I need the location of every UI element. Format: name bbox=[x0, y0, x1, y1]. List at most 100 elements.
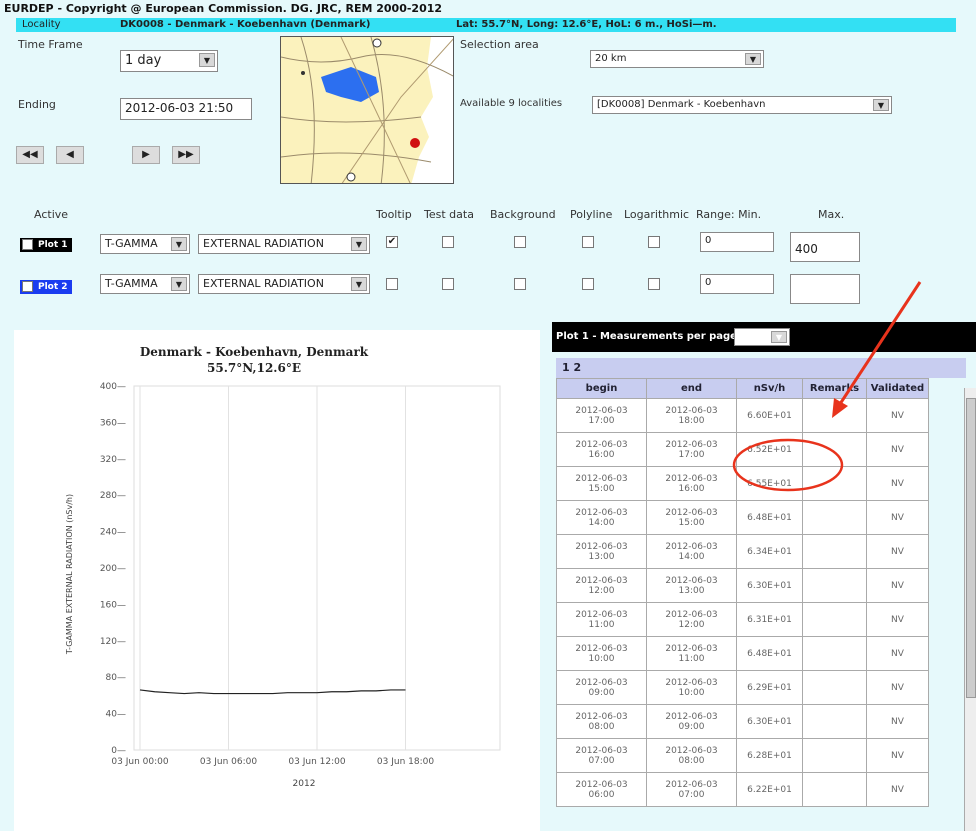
time-frame-value: 1 day bbox=[125, 53, 162, 68]
next-button[interactable]: ▶ bbox=[132, 146, 160, 164]
x-tick-label: 03 Jun 00:00 bbox=[111, 757, 168, 767]
table-row: 2012-06-03 08:00 2012-06-03 09:00 6.30E+01 NV bbox=[556, 704, 929, 739]
table-row: 2012-06-03 11:00 2012-06-03 12:00 6.31E+01 NV bbox=[556, 602, 929, 637]
chart-xlabel: 2012 bbox=[293, 779, 316, 789]
plot-2-tooltip-checkbox[interactable] bbox=[386, 278, 398, 290]
plot-2-logarithmic-checkbox[interactable] bbox=[648, 278, 660, 290]
table-cell: 2012-06-03 15:00 bbox=[556, 466, 647, 501]
location-map[interactable] bbox=[280, 36, 454, 184]
table-cell: 6.28E+01 bbox=[736, 738, 803, 773]
locality-coords: Lat: 55.7°N, Long: 12.6°E, HoL: 6 m., Ho… bbox=[456, 19, 717, 30]
table-cell: 2012-06-03 13:00 bbox=[556, 534, 647, 569]
table-cell: NV bbox=[866, 704, 929, 739]
plot-2-active-checkbox[interactable] bbox=[22, 281, 33, 292]
y-tick-label: 160— bbox=[100, 600, 126, 610]
selection-area-select[interactable]: 20 km ▼ bbox=[590, 50, 764, 68]
table-cell: 2012-06-03 07:00 bbox=[646, 772, 737, 807]
ending-label: Ending bbox=[18, 98, 56, 111]
plot-2-badge: Plot 2 bbox=[20, 280, 72, 294]
annotation-overlay bbox=[732, 281, 922, 492]
table-cell: NV bbox=[866, 534, 929, 569]
plot-1-max-input[interactable]: 400 bbox=[790, 232, 860, 262]
plot-2-background-checkbox[interactable] bbox=[514, 278, 526, 290]
chevron-down-icon: ▼ bbox=[351, 237, 367, 251]
plot-1-min-input[interactable]: 0 bbox=[700, 232, 774, 252]
plot-2-measure-select[interactable]: EXTERNAL RADIATION ▼ bbox=[198, 274, 370, 294]
ending-input[interactable]: 2012-06-03 21:50 bbox=[120, 98, 252, 120]
line-chart: Denmark - Koebenhavn, Denmark 55.7°N,12.… bbox=[65, 345, 501, 789]
first-button[interactable]: ◀◀ bbox=[16, 146, 44, 164]
table-cell: 2012-06-03 10:00 bbox=[646, 670, 737, 705]
y-tick-label: 400— bbox=[100, 382, 126, 392]
previous-button[interactable]: ◀ bbox=[56, 146, 84, 164]
plot-1-test-data-checkbox[interactable] bbox=[442, 236, 454, 248]
plot-1-type-select[interactable]: T-GAMMA ▼ bbox=[100, 234, 190, 254]
chart-ylabel: T-GAMMA EXTERNAL RADIATION (nSv/h) bbox=[65, 494, 74, 655]
plot-1-badge: ✔ Plot 1 bbox=[20, 238, 72, 252]
plot-2-measure-value: EXTERNAL RADIATION bbox=[203, 277, 324, 290]
y-tick-label: 40— bbox=[106, 710, 126, 720]
chart-panel: Denmark - Koebenhavn, Denmark 55.7°N,12.… bbox=[14, 330, 540, 831]
background-header: Background bbox=[490, 208, 556, 221]
table-cell bbox=[802, 704, 867, 739]
table-cell: NV bbox=[866, 738, 929, 773]
plot-1-polyline-checkbox[interactable] bbox=[582, 236, 594, 248]
y-tick-label: 80— bbox=[106, 673, 126, 683]
table-row: 2012-06-03 09:00 2012-06-03 10:00 6.29E+01 NV bbox=[556, 670, 929, 705]
table-cell: 2012-06-03 06:00 bbox=[556, 772, 647, 807]
table-cell bbox=[802, 602, 867, 637]
chevron-down-icon: ▼ bbox=[171, 277, 187, 291]
plot-1-background-checkbox[interactable] bbox=[514, 236, 526, 248]
table-cell: 2012-06-03 10:00 bbox=[556, 636, 647, 671]
polyline-header: Polyline bbox=[570, 208, 613, 221]
table-cell bbox=[802, 568, 867, 603]
table-row: 2012-06-03 10:00 2012-06-03 11:00 6.48E+01 NV bbox=[556, 636, 929, 671]
x-tick-label: 03 Jun 06:00 bbox=[200, 757, 257, 767]
table-cell: 2012-06-03 13:00 bbox=[646, 568, 737, 603]
table-row: 2012-06-03 06:00 2012-06-03 07:00 6.22E+01 NV bbox=[556, 772, 929, 807]
locality-name: DK0008 - Denmark - Koebenhavn (Denmark) bbox=[120, 19, 371, 30]
y-tick-label: 280— bbox=[100, 491, 126, 501]
column-header[interactable]: begin bbox=[556, 378, 647, 399]
table-row: 2012-06-03 07:00 2012-06-03 08:00 6.28E+01 NV bbox=[556, 738, 929, 773]
y-tick-label: 320— bbox=[100, 455, 126, 465]
tooltip-header: Tooltip bbox=[376, 208, 412, 221]
plot-2-test-data-checkbox[interactable] bbox=[442, 278, 454, 290]
x-tick-label: 03 Jun 18:00 bbox=[377, 757, 434, 767]
time-frame-select[interactable]: 1 day ▼ bbox=[120, 50, 218, 72]
table-cell: 2012-06-03 11:00 bbox=[556, 602, 647, 637]
plot-1-logarithmic-checkbox[interactable] bbox=[648, 236, 660, 248]
plot-1-label: Plot 1 bbox=[38, 240, 68, 250]
y-tick-label: 240— bbox=[100, 528, 126, 538]
selection-area-value: 20 km bbox=[595, 53, 627, 64]
locality-select[interactable]: [DK0008] Denmark - Koebenhavn ▼ bbox=[592, 96, 892, 114]
table-cell: 2012-06-03 08:00 bbox=[646, 738, 737, 773]
table-cell: 2012-06-03 11:00 bbox=[646, 636, 737, 671]
plot-1-measure-value: EXTERNAL RADIATION bbox=[203, 237, 324, 250]
table-cell: 6.30E+01 bbox=[736, 704, 803, 739]
plot-1-type-value: T-GAMMA bbox=[105, 237, 158, 250]
table-cell: 2012-06-03 08:00 bbox=[556, 704, 647, 739]
table-cell: 6.34E+01 bbox=[736, 534, 803, 569]
chevron-down-icon: ▼ bbox=[351, 277, 367, 291]
plot-2-polyline-checkbox[interactable] bbox=[582, 278, 594, 290]
y-tick-label: 200— bbox=[100, 564, 126, 574]
arrow-head-icon bbox=[832, 398, 848, 418]
chevron-down-icon: ▼ bbox=[199, 53, 215, 67]
table-cell bbox=[802, 534, 867, 569]
table-cell bbox=[802, 636, 867, 671]
chart-subtitle: 55.7°N,12.6°E bbox=[207, 361, 301, 375]
chart-title: Denmark - Koebenhavn, Denmark bbox=[140, 345, 369, 359]
table-cell: 2012-06-03 14:00 bbox=[646, 534, 737, 569]
table-cell: 2012-06-03 17:00 bbox=[556, 398, 647, 433]
active-header: Active bbox=[34, 208, 69, 221]
last-button[interactable]: ▶▶ bbox=[172, 146, 200, 164]
chevron-down-icon: ▼ bbox=[745, 53, 761, 65]
table-cell bbox=[802, 738, 867, 773]
y-tick-label: 0— bbox=[111, 746, 126, 756]
locality-info-bar: Locality DK0008 - Denmark - Koebenhavn (… bbox=[16, 18, 956, 32]
plot-1-tooltip-checkbox[interactable]: ✔ bbox=[386, 236, 398, 248]
plot-2-type-select[interactable]: T-GAMMA ▼ bbox=[100, 274, 190, 294]
plot-1-active-checkbox[interactable]: ✔ bbox=[22, 239, 33, 250]
plot-1-measure-select[interactable]: EXTERNAL RADIATION ▼ bbox=[198, 234, 370, 254]
